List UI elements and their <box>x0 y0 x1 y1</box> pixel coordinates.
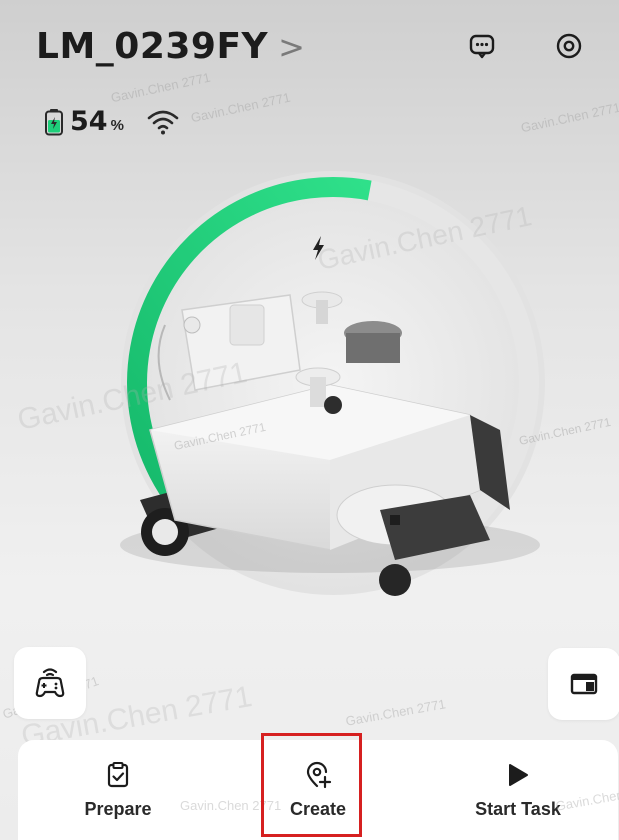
device-name-link[interactable]: LM_0239FY > <box>36 26 305 67</box>
play-icon <box>504 761 532 789</box>
battery-gauge: Gavin.Chen 2771 Gavin.Chen 2771 Gavin.Ch… <box>15 171 612 596</box>
chevron-right-icon: > <box>278 27 306 66</box>
panel-icon <box>570 673 598 695</box>
watermark: Gavin.Chen 2771 <box>189 89 292 126</box>
location-add-icon <box>304 761 332 789</box>
device-name: LM_0239FY <box>36 26 269 67</box>
panel-toggle-button[interactable] <box>548 648 619 720</box>
bottom-action-bar: Prepare Create Start Task <box>18 740 618 840</box>
remote-control-button[interactable] <box>14 647 86 719</box>
watermark: Gavin.Chen 2771 <box>109 69 212 106</box>
create-button[interactable]: Create <box>243 745 393 835</box>
clipboard-check-icon <box>104 761 132 789</box>
app-screen: LM_0239FY > 54 % Gavin.Chen 2771 Gavin.C… <box>0 0 619 840</box>
watermark: Gavin.Chen 2771 <box>344 696 447 729</box>
target-settings-icon[interactable] <box>553 30 585 62</box>
chat-bubble-icon[interactable] <box>466 30 498 62</box>
prepare-button[interactable]: Prepare <box>43 745 193 835</box>
gamepad-icon <box>35 668 65 698</box>
start-task-button[interactable]: Start Task <box>443 745 593 835</box>
create-label: Create <box>289 798 347 819</box>
prepare-label: Prepare <box>84 798 152 819</box>
start-task-label: Start Task <box>475 798 561 819</box>
